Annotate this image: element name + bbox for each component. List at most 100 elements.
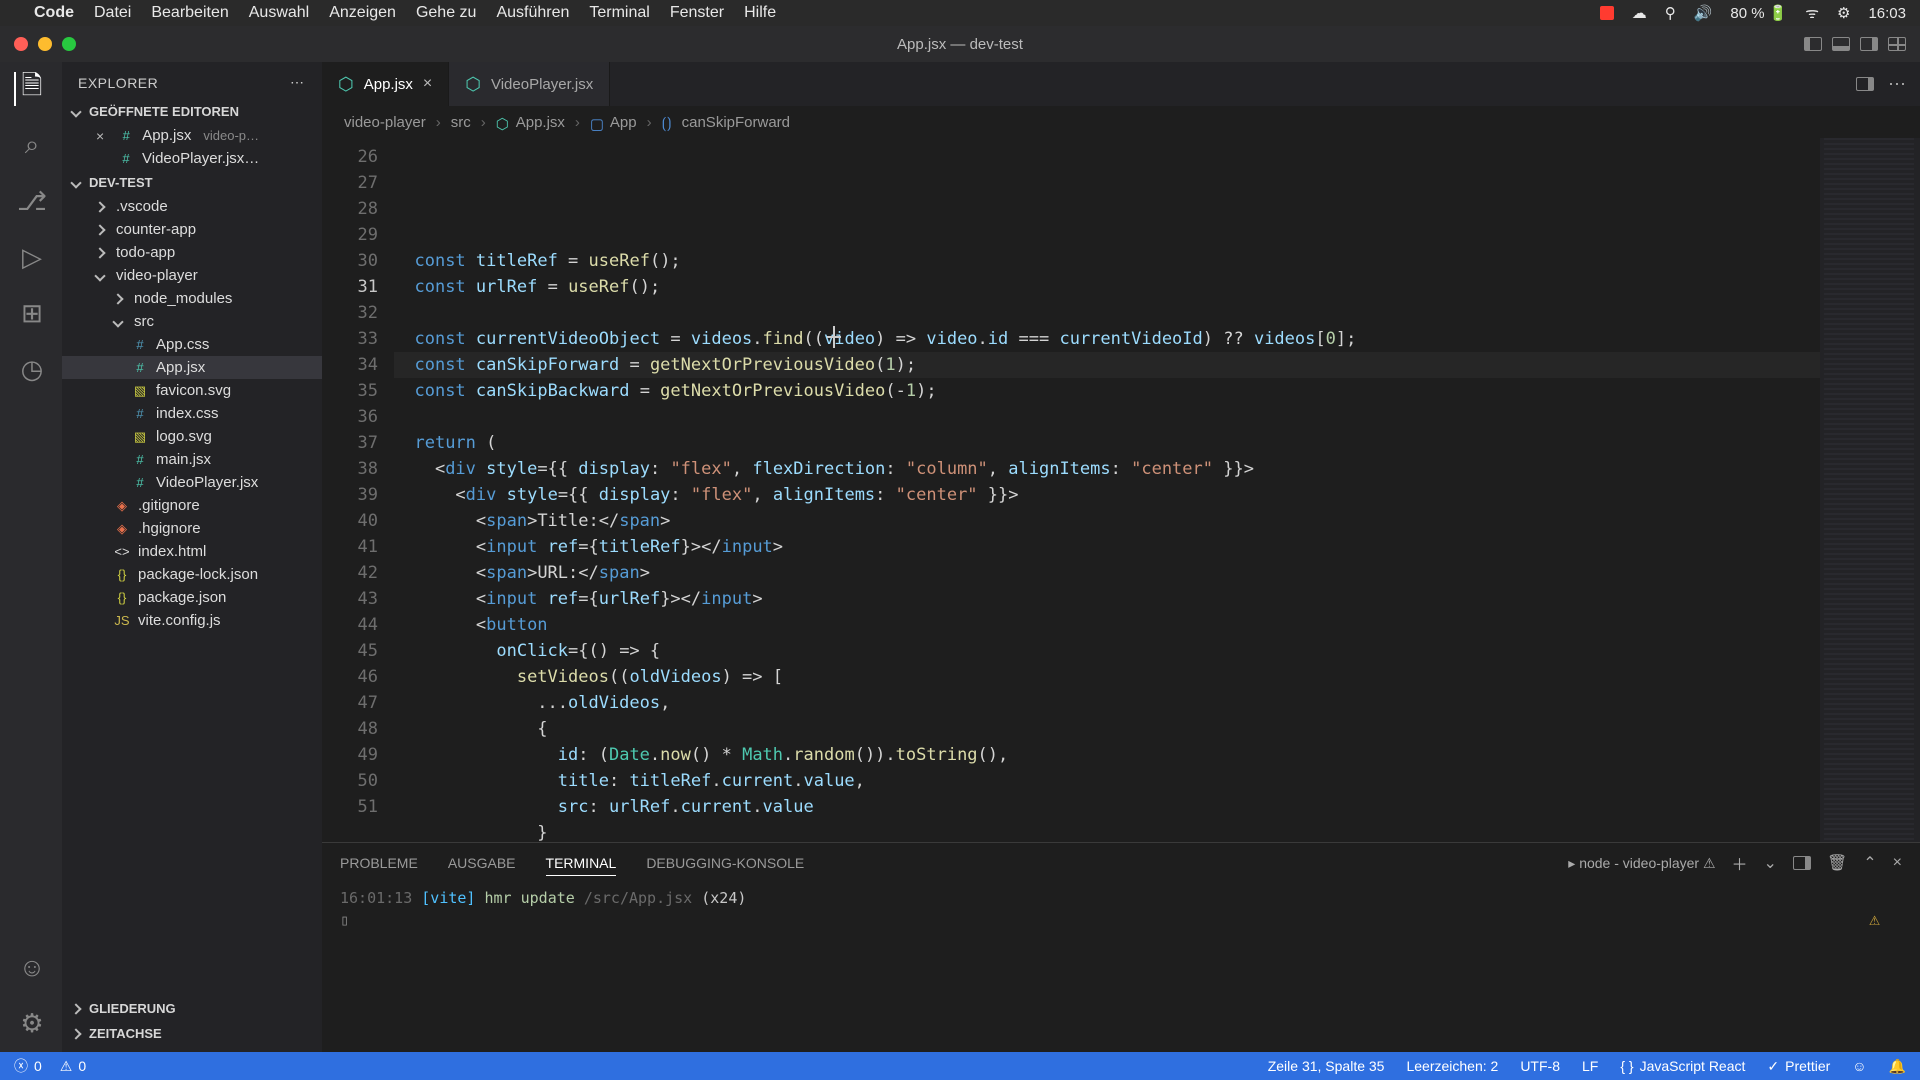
outline-header[interactable]: GLIEDERUNG [62,996,322,1021]
clock[interactable]: 16:03 [1868,5,1906,22]
file-item[interactable]: ◈.hgignore [62,517,322,540]
menu-hilfe[interactable]: Hilfe [744,4,776,22]
account-icon[interactable]: ☺ [14,950,48,984]
breadcrumbs[interactable]: video-player› src› ⬡App.jsx› ▢App› ⟮⟯can… [322,106,1920,138]
workspace-header[interactable]: DEV-TEST [62,170,322,195]
explorer-title: EXPLORER [78,75,158,91]
feedback-icon[interactable]: ☺ [1852,1058,1866,1074]
close-icon[interactable]: × [96,128,104,144]
open-editor-item[interactable]: × # App.jsx video-p… [62,124,322,147]
zoom-window-icon[interactable] [62,37,76,51]
gear-icon[interactable]: ⚙︎ [14,1006,48,1040]
status-eol[interactable]: LF [1582,1058,1598,1074]
new-terminal-icon[interactable]: ＋ [1732,851,1748,875]
json-icon: {} [114,567,130,582]
timeline-header[interactable]: ZEITACHSE [62,1021,322,1046]
folder-item[interactable]: counter-app [62,218,322,241]
source-control-icon[interactable]: ⎇ [14,184,48,218]
status-language[interactable]: { }JavaScript React [1620,1058,1745,1074]
status-prettier[interactable]: ✓Prettier [1767,1058,1830,1075]
status-encoding[interactable]: UTF-8 [1520,1058,1560,1074]
status-errors[interactable]: ⓧ0 [14,1056,42,1076]
minimize-window-icon[interactable] [38,37,52,51]
volume-icon[interactable]: 🔊 [1694,4,1713,22]
app-name[interactable]: Code [34,4,74,22]
terminal-task-label[interactable]: ▸ node - video-player ⚠︎ [1568,855,1715,872]
panel-tab-probleme[interactable]: PROBLEME [340,851,418,875]
extensions-icon[interactable]: ⊞ [14,296,48,330]
file-item[interactable]: {}package.json [62,586,322,609]
panel-tab-debug[interactable]: DEBUGGING-KONSOLE [646,851,804,875]
status-indent[interactable]: Leerzeichen: 2 [1406,1058,1498,1074]
explorer-sidebar: EXPLORER ⋯ GEÖFFNETE EDITOREN × # App.js… [62,62,322,1052]
spotlight-icon[interactable]: ⚲ [1665,4,1676,22]
close-panel-icon[interactable]: × [1893,854,1902,872]
file-item[interactable]: ▧logo.svg [62,425,322,448]
folder-item[interactable]: src [62,310,322,333]
file-item[interactable]: #VideoPlayer.jsx [62,471,322,494]
terminal-output[interactable]: 16:01:13 [vite] hmr update /src/App.jsx … [322,883,1920,1052]
menu-ausfuehren[interactable]: Ausführen [496,4,569,22]
menu-bearbeiten[interactable]: Bearbeiten [151,4,228,22]
open-editors-header[interactable]: GEÖFFNETE EDITOREN [62,99,322,124]
wifi-icon[interactable]: ᯤ [1805,3,1819,23]
cloud-icon[interactable]: ☁︎ [1632,4,1647,22]
file-item[interactable]: #App.css [62,333,322,356]
terminal-dropdown-icon[interactable]: ⌄ [1764,853,1777,873]
split-editor-icon[interactable] [1856,77,1874,91]
toggle-sidebar-icon[interactable] [1804,37,1822,51]
file-item[interactable]: ▧favicon.svg [62,379,322,402]
more-icon[interactable]: ⋯ [1888,74,1906,95]
split-terminal-icon[interactable] [1793,856,1811,870]
panel-tab-ausgabe[interactable]: AUSGABE [448,851,516,875]
menu-terminal[interactable]: Terminal [589,4,649,22]
toggle-panel-icon[interactable] [1832,37,1850,51]
variable-icon: ⟮⟯ [662,115,676,129]
panel-tab-terminal[interactable]: TERMINAL [546,851,617,876]
chevron-down-icon [94,270,105,281]
menu-datei[interactable]: Datei [94,4,131,22]
code-lines[interactable]: const titleRef = useRef(); const urlRef … [394,138,1820,842]
file-item[interactable]: JSvite.config.js [62,609,322,632]
more-icon[interactable]: ⋯ [290,74,306,91]
tab-videoplayer-jsx[interactable]: ⬡ VideoPlayer.jsx [449,62,610,106]
status-warnings[interactable]: ⚠︎0 [60,1058,86,1075]
menu-anzeigen[interactable]: Anzeigen [329,4,396,22]
folder-item[interactable]: todo-app [62,241,322,264]
status-cursor[interactable]: Zeile 31, Spalte 35 [1268,1058,1385,1074]
folder-item[interactable]: video-player [62,264,322,287]
toggle-secondary-sidebar-icon[interactable] [1860,37,1878,51]
close-icon[interactable]: × [423,75,432,93]
menu-fenster[interactable]: Fenster [670,4,724,22]
explorer-icon[interactable]: 🗎 [14,72,48,106]
folder-item[interactable]: .vscode [62,195,322,218]
chevron-right-icon [112,293,123,304]
js-icon: JS [114,613,130,628]
file-item[interactable]: #App.jsx [62,356,322,379]
react-icon: # [118,151,134,166]
file-item[interactable]: {}package-lock.json [62,563,322,586]
battery-status[interactable]: 80 % 🔋 [1730,4,1787,22]
folder-item[interactable]: node_modules [62,287,322,310]
file-item[interactable]: #main.jsx [62,448,322,471]
layout-grid-icon[interactable] [1888,37,1906,51]
file-item[interactable]: #index.css [62,402,322,425]
run-debug-icon[interactable]: ▷ [14,240,48,274]
tab-app-jsx[interactable]: ⬡ App.jsx × [322,62,449,106]
file-item[interactable]: <>index.html [62,540,322,563]
menu-gehezu[interactable]: Gehe zu [416,4,476,22]
menu-auswahl[interactable]: Auswahl [249,4,309,22]
git-icon: ◈ [114,498,130,514]
minimap[interactable] [1820,138,1920,842]
file-item[interactable]: ◈.gitignore [62,494,322,517]
liveshare-icon[interactable]: ◷ [14,352,48,386]
recording-icon[interactable] [1600,6,1614,20]
control-center-icon[interactable]: ⚙︎ [1837,4,1850,22]
open-editor-item[interactable]: # VideoPlayer.jsx… [62,147,322,170]
code-editor[interactable]: 2627282930313233343536373839404142434445… [322,138,1920,842]
chevron-up-icon[interactable]: ⌃ [1863,853,1876,873]
search-icon[interactable]: ⌕ [14,128,48,162]
close-window-icon[interactable] [14,37,28,51]
trash-icon[interactable]: 🗑 [1827,853,1847,873]
bell-icon[interactable]: 🔔 [1889,1058,1906,1075]
